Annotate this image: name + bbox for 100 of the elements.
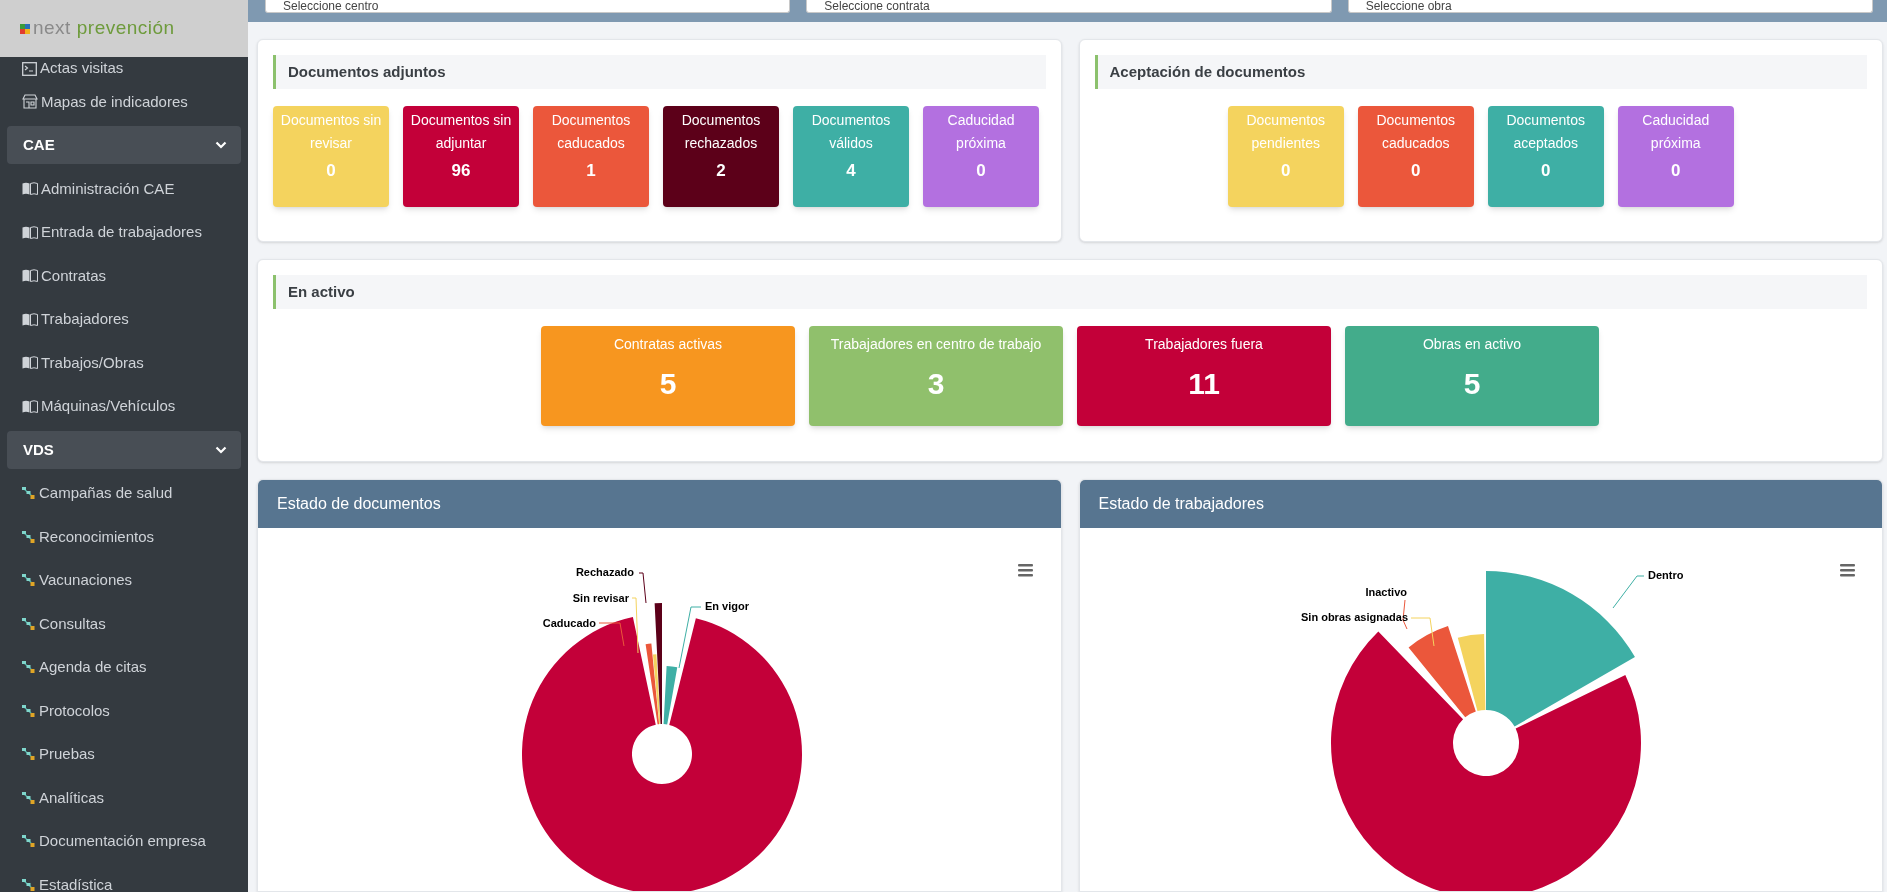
sidebar-item[interactable]: Mapas de indicadores xyxy=(0,80,248,124)
pie-slice[interactable] xyxy=(645,643,660,725)
nodes-icon xyxy=(22,617,35,630)
logo-text: prevención xyxy=(76,16,175,41)
pie-slice[interactable] xyxy=(663,666,678,725)
nodes-icon xyxy=(22,530,35,543)
book-icon xyxy=(22,399,38,413)
sidebar-item[interactable]: Máquinas/Vehículos xyxy=(0,384,248,428)
menu-icon[interactable] xyxy=(1018,564,1033,577)
slice-label: Sin obras asignadas xyxy=(1300,611,1408,623)
logo-icon xyxy=(20,23,30,34)
tile-label: Trabajadores en centro de trabajo xyxy=(830,335,1042,354)
slice-label: Caducado xyxy=(542,617,596,629)
nodes-icon xyxy=(22,661,35,674)
chevron-down-icon xyxy=(215,141,227,150)
slice-label: Rechazado xyxy=(575,566,634,578)
chart-title: Estado de documentos xyxy=(258,480,1061,528)
leader-line xyxy=(1410,617,1434,647)
nodes-icon xyxy=(22,748,35,761)
tile-value: 0 xyxy=(326,160,336,182)
slice-label: En vigor xyxy=(705,600,749,612)
pie-slice[interactable] xyxy=(1330,631,1641,891)
tile-value: 96 xyxy=(451,160,471,182)
tile-value: 0 xyxy=(1411,160,1421,182)
sidebar-item[interactable]: Vacunaciones xyxy=(0,558,248,602)
tile-label: Caducidad próxima xyxy=(946,111,1016,153)
tile-value: 4 xyxy=(846,160,856,182)
tile-value: 0 xyxy=(1281,160,1291,182)
section-header: En activo xyxy=(273,275,1867,309)
nodes-icon xyxy=(22,878,35,891)
pie-slice[interactable] xyxy=(1485,571,1635,727)
tile-label: Documentos válidos xyxy=(810,111,892,153)
slice-label: Dentro xyxy=(1647,569,1683,581)
tile-label: Contratas activas xyxy=(613,335,723,354)
sidebar-item[interactable]: Pruebas xyxy=(0,732,248,776)
sidebar-item[interactable]: Entrada de trabajadores xyxy=(0,210,248,254)
pie-slice[interactable] xyxy=(652,654,661,725)
sidebar-item[interactable]: Consultas xyxy=(0,602,248,646)
sidebar-item[interactable]: Actas visitas xyxy=(0,57,248,80)
sidebar-item[interactable]: Reconocimientos xyxy=(0,515,248,559)
tile-label: Documentos aceptados xyxy=(1505,111,1587,153)
tile-value: 11 xyxy=(1188,366,1220,402)
book-icon xyxy=(22,225,38,239)
select-field[interactable]: Seleccione obra xyxy=(1347,0,1873,13)
tile-label: Obras en activo xyxy=(1422,335,1522,354)
nodes-icon xyxy=(22,835,35,848)
slice-label: Sin revisar xyxy=(572,592,629,604)
tile-value: 0 xyxy=(1541,160,1551,182)
sidebar-item[interactable]: Documentación empresa xyxy=(0,819,248,863)
tile-label: Trabajadores fuera xyxy=(1145,335,1263,354)
tile-label: Documentos sin revisar xyxy=(279,111,383,153)
nodes-icon xyxy=(22,574,35,587)
section-header: Aceptación de documentos xyxy=(1094,55,1867,89)
nodes-icon xyxy=(22,704,35,717)
tile-value: 0 xyxy=(1671,160,1681,182)
section-header: Documentos adjuntos xyxy=(273,55,1046,89)
slice-label: Inactivo xyxy=(1364,586,1407,598)
select-field[interactable]: Seleccione contrata xyxy=(806,0,1332,13)
book-icon xyxy=(22,182,38,196)
tile-value: 1 xyxy=(586,160,596,182)
tile-label: Documentos sin adjuntar xyxy=(409,111,513,153)
sidebar-item[interactable]: Trabajadores xyxy=(0,297,248,341)
tile-value: 5 xyxy=(659,366,677,402)
store-icon xyxy=(22,94,38,110)
book-icon xyxy=(22,356,38,370)
leader-line xyxy=(598,622,625,647)
select-field[interactable]: Seleccione centro xyxy=(265,0,791,13)
sidebar-item[interactable]: Administración CAE xyxy=(0,167,248,211)
sidebar-group-header[interactable]: CAE xyxy=(7,126,241,165)
sidebar-item[interactable]: Agenda de citas xyxy=(0,645,248,689)
sidebar-item[interactable]: Campañas de salud xyxy=(0,471,248,515)
terminal-icon xyxy=(22,61,37,76)
chart-title: Estado de trabajadores xyxy=(1079,480,1882,528)
sidebar-item[interactable]: Estadística xyxy=(0,863,248,892)
sidebar-item[interactable]: Contratas xyxy=(0,254,248,298)
tile-label: Documentos pendientes xyxy=(1245,111,1327,153)
pie-slice[interactable] xyxy=(522,617,802,891)
sidebar-group-header[interactable]: VDS xyxy=(7,430,241,469)
tile-value: 2 xyxy=(716,160,726,182)
menu-icon[interactable] xyxy=(1839,564,1855,577)
logo-text: next xyxy=(33,16,71,41)
book-icon xyxy=(22,269,38,283)
sidebar-item[interactable]: Trabajos/Obras xyxy=(0,341,248,385)
tile-label: Documentos rechazados xyxy=(680,111,762,153)
tile-label: Documentos caducados xyxy=(550,111,632,153)
pie-slice[interactable] xyxy=(1408,626,1476,718)
tile-label: Documentos caducados xyxy=(1375,111,1457,153)
pie-slice[interactable] xyxy=(654,603,662,725)
nodes-icon xyxy=(22,791,35,804)
sidebar-item[interactable]: Analíticas xyxy=(0,776,248,820)
leader-line xyxy=(1612,575,1644,609)
nodes-icon xyxy=(22,487,35,500)
tile-value: 3 xyxy=(927,366,945,402)
tile-value: 5 xyxy=(1463,366,1481,402)
sidebar-item[interactable]: Protocolos xyxy=(0,689,248,733)
chevron-down-icon xyxy=(215,445,227,454)
leader-line xyxy=(678,606,702,669)
tile-label: Caducidad próxima xyxy=(1641,111,1711,153)
book-icon xyxy=(22,312,38,326)
tile-value: 0 xyxy=(976,160,986,182)
